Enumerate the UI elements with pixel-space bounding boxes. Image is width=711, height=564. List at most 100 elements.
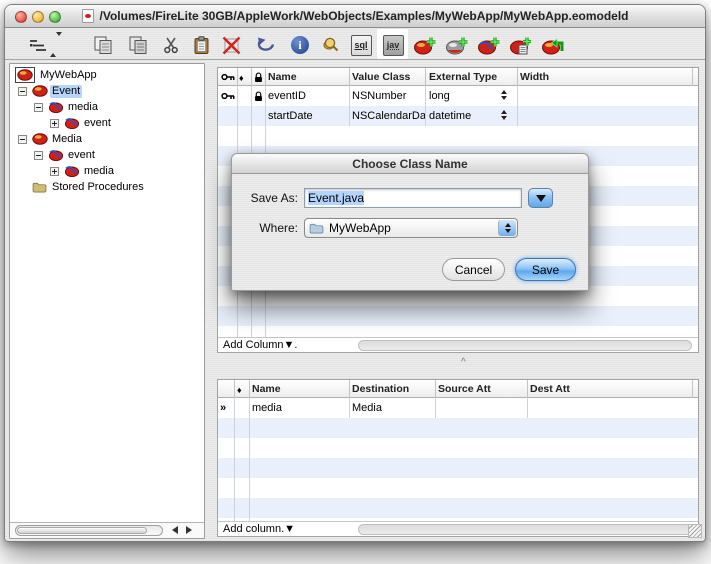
copy-icon	[94, 36, 112, 54]
add-attribute-button[interactable]	[444, 32, 470, 58]
root-selection-box	[15, 67, 35, 83]
dialog-title: Choose Class Name	[352, 156, 468, 171]
external-type-stepper-icon[interactable]	[499, 90, 508, 100]
view-mode-stepper-icon[interactable]	[49, 32, 62, 57]
info-icon: i	[291, 36, 309, 54]
window-resize-grip[interactable]	[688, 524, 702, 538]
table-horizontal-scrollbar[interactable]	[358, 340, 692, 351]
column-header-dest-att[interactable]: Dest Att	[530, 380, 690, 398]
generate-sql-button[interactable]: sql	[348, 32, 374, 58]
add-entity-button[interactable]	[412, 32, 438, 58]
column-header-source-att[interactable]: Source Att	[438, 380, 524, 398]
undo-button[interactable]	[253, 32, 279, 58]
title-group: /Volumes/FireLite 30GB/AppleWork/WebObje…	[81, 9, 629, 23]
primary-key-icon	[221, 92, 235, 100]
attributes-table-header: ♦ Name Value Class External Type Width	[218, 68, 698, 86]
tree-item-media-relationship2[interactable]: media	[10, 164, 204, 180]
dialog-titlebar[interactable]: Choose Class Name	[232, 154, 588, 174]
tree-label: media	[84, 165, 114, 177]
attribute-name-cell[interactable]: eventID	[268, 86, 348, 106]
eomodeler-window: /Volumes/FireLite 30GB/AppleWork/WebObje…	[4, 4, 706, 542]
disclosure-triangle-icon	[535, 194, 546, 202]
magnifier-icon	[323, 37, 339, 52]
column-header-value-class[interactable]: Value Class	[352, 68, 424, 86]
tree-label: Stored Procedures	[52, 181, 144, 193]
column-header-name[interactable]: Name	[252, 380, 347, 398]
delete-button[interactable]	[218, 32, 244, 58]
column-header-width[interactable]: Width	[520, 68, 690, 86]
tree-item-mywebapp[interactable]: MyWebApp	[10, 67, 204, 84]
attribute-name-cell[interactable]: startDate	[268, 106, 348, 126]
sql-icon: sql	[350, 34, 372, 56]
destination-cell[interactable]: Media	[352, 398, 434, 418]
scrollbar-thumb[interactable]	[17, 527, 147, 534]
splitter-handle[interactable]: ^	[461, 357, 466, 368]
tree-item-event-relationship2[interactable]: event	[10, 148, 204, 164]
info-button[interactable]: i	[287, 32, 313, 58]
minimize-window-button[interactable]	[32, 11, 44, 23]
class-property-icon: ♦	[239, 73, 244, 83]
expand-dialog-button[interactable]	[528, 188, 553, 208]
relationships-table-header: ♦ Name Destination Source Att Dest Att	[218, 380, 698, 398]
scrollbar-track[interactable]	[15, 525, 163, 536]
value-class-cell[interactable]: NSNumber	[352, 86, 424, 106]
external-type-stepper-icon[interactable]	[499, 110, 508, 120]
selected-filename-text: Event.java	[308, 191, 365, 205]
duplicate-button[interactable]	[126, 32, 152, 58]
tree-item-media-entity[interactable]: Media	[10, 132, 204, 148]
value-class-cell[interactable]: NSCalendarDa	[352, 106, 425, 126]
external-type-cell[interactable]: datetime	[429, 106, 497, 126]
add-fetch-spec-button[interactable]	[508, 32, 534, 58]
table-horizontal-scrollbar[interactable]	[358, 524, 692, 535]
column-header-destination[interactable]: Destination	[352, 380, 434, 398]
tree-label: media	[68, 101, 98, 113]
expand-toggle-icon[interactable]	[50, 167, 59, 176]
relationship-icon	[64, 118, 79, 129]
relationship-name-cell[interactable]: media	[252, 398, 347, 418]
column-header-external-type[interactable]: External Type	[429, 68, 515, 86]
add-relationship-button[interactable]	[476, 32, 502, 58]
save-button[interactable]: Save	[515, 258, 576, 281]
tree-label: event	[68, 149, 95, 161]
document-icon	[81, 9, 94, 23]
scroll-left-arrow-icon[interactable]	[172, 526, 178, 534]
duplicate-icon	[129, 36, 147, 54]
paste-button[interactable]	[188, 32, 214, 58]
sidebar-horizontal-scrollbar[interactable]	[10, 522, 204, 538]
scroll-right-arrow-icon[interactable]	[186, 526, 192, 534]
add-column-button[interactable]: Add column.▼	[223, 522, 295, 537]
add-column-button[interactable]: Add Column▼.	[223, 338, 297, 353]
external-type-cell[interactable]: long	[429, 86, 497, 106]
cut-button[interactable]	[158, 32, 184, 58]
browse-data-button[interactable]	[318, 32, 344, 58]
relationships-table-footer: Add column.▼	[218, 521, 698, 536]
collapse-toggle-icon[interactable]	[34, 151, 43, 160]
save-as-input[interactable]: Event.java	[304, 188, 522, 208]
where-popup-menu[interactable]: MyWebApp	[304, 218, 518, 238]
collapse-toggle-icon[interactable]	[34, 103, 43, 112]
tree-item-stored-procedures[interactable]: Stored Procedures	[10, 180, 204, 196]
collapse-toggle-icon[interactable]	[18, 87, 27, 96]
expand-toggle-icon[interactable]	[50, 119, 59, 128]
collapse-toggle-icon[interactable]	[18, 135, 27, 144]
choose-class-name-dialog: Choose Class Name Save As: Event.java Wh…	[231, 153, 589, 291]
tree-item-media-relationship[interactable]: media	[10, 100, 204, 116]
generate-java-button[interactable]: jav	[380, 32, 406, 58]
entity-icon	[32, 85, 48, 97]
tree-item-event-relationship[interactable]: event	[10, 116, 204, 132]
folder-icon	[32, 182, 47, 193]
class-property-icon: ♦	[237, 385, 242, 395]
add-attribute-icon	[446, 37, 468, 54]
zoom-window-button[interactable]	[49, 11, 61, 23]
copy-button[interactable]	[91, 32, 117, 58]
undo-arrow-icon	[257, 37, 275, 51]
tree-label: MyWebApp	[40, 69, 97, 81]
cancel-button[interactable]: Cancel	[442, 258, 505, 281]
column-header-name[interactable]: Name	[268, 68, 348, 86]
flatten-property-button[interactable]	[540, 32, 566, 58]
tree-item-event-entity[interactable]: Event	[10, 84, 204, 100]
outline-view-button[interactable]	[25, 32, 65, 58]
close-window-button[interactable]	[15, 11, 27, 23]
window-titlebar[interactable]: /Volumes/FireLite 30GB/AppleWork/WebObje…	[5, 5, 705, 28]
add-relationship-icon	[478, 37, 500, 54]
